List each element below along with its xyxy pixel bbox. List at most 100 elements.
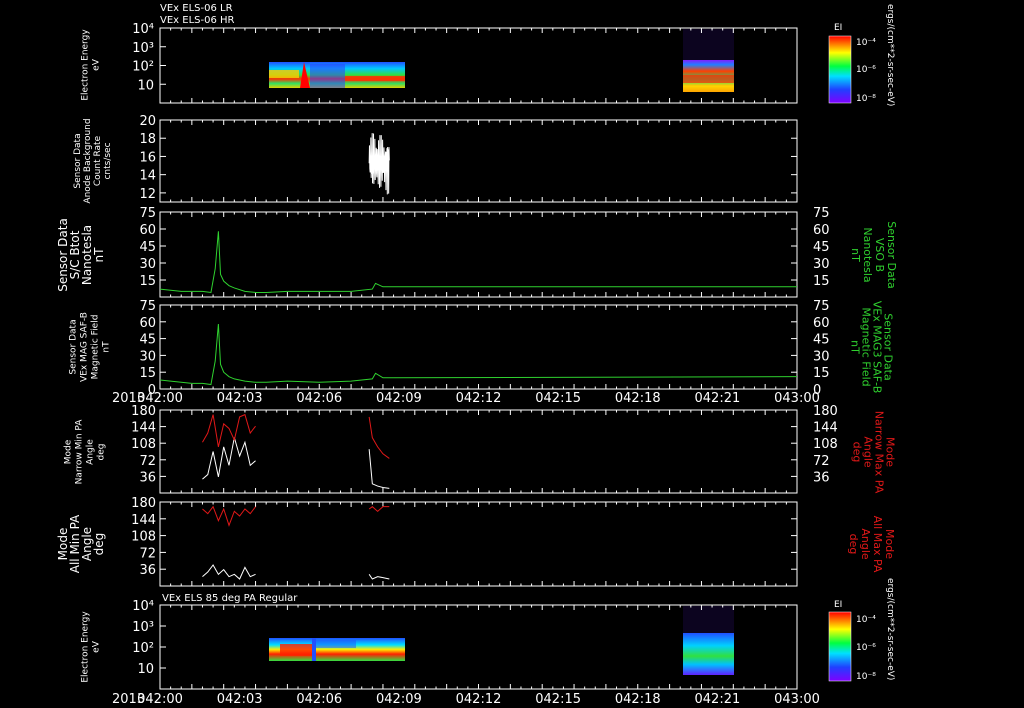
axis-label: Sensor Data xyxy=(69,319,79,374)
y-tick-label-right: 15 xyxy=(813,274,830,289)
y-tick-label: 10 xyxy=(137,662,154,677)
axis-label: Anode Background xyxy=(83,118,93,203)
colorbar-top-tick-3: 10⁻⁸ xyxy=(856,94,876,104)
axis-label: Mode xyxy=(64,439,74,464)
time-tick-label: 042:18 xyxy=(615,391,661,406)
figure: VEx ELS-06 LR VEx ELS-06 HR 042:00 042:03… xyxy=(56,3,898,707)
panel-1-spectrogram xyxy=(269,29,734,92)
y-tick-label-right: 72 xyxy=(813,454,830,469)
axis-label: eV xyxy=(92,58,102,71)
time-tick-label: 042:03 xyxy=(217,391,263,406)
y-tick-label: 10² xyxy=(132,641,154,656)
y-tick-label: 144 xyxy=(131,513,156,528)
y-tick-label: 75 xyxy=(139,299,156,314)
y-tick-label: 10³ xyxy=(132,620,154,635)
y-tick-label: 36 xyxy=(139,563,156,578)
axis-label: deg xyxy=(847,534,860,555)
y-tick-label-right: 0 xyxy=(813,383,821,398)
pitch-angle-series xyxy=(368,416,390,459)
y-tick-label: 30 xyxy=(139,349,156,364)
y-tick-label-right: 45 xyxy=(813,333,830,348)
time-tick-label: 042:15 xyxy=(535,692,581,707)
axis-label: nT xyxy=(849,340,862,354)
axis-label: Electron Energy xyxy=(81,611,91,683)
axis-label: Angle xyxy=(86,439,96,465)
colorbar-bottom-tick-2: 10⁻⁶ xyxy=(856,643,876,653)
y-tick-label: 60 xyxy=(139,316,156,331)
axis-label: VEx MAG SAF-B xyxy=(80,312,90,382)
y-tick-label: 10⁴ xyxy=(132,599,154,614)
y-tick-label: 16 xyxy=(139,150,156,165)
colorbar-bottom-tick-1: 10⁻⁴ xyxy=(856,615,876,625)
colorbar-bottom-unit: ergs/(cm**2-sr-sec-eV) xyxy=(885,578,895,680)
pitch-angle-series xyxy=(202,437,256,480)
y-tick-label: 0 xyxy=(148,383,156,398)
axis-label: deg xyxy=(97,444,107,461)
y-tick-label-right: 60 xyxy=(813,316,830,331)
dynamic-layer: 042:00 042:03 042:06 042:09 042:12 042:15 042:… xyxy=(56,22,898,707)
axis-label: deg xyxy=(851,442,864,463)
panel-2-frame xyxy=(159,119,798,203)
y-tick-label: 10 xyxy=(137,78,154,93)
y-tick-label: 180 xyxy=(131,404,156,419)
y-tick-label: 45 xyxy=(139,333,156,348)
axis-label: Electron Energy xyxy=(81,29,91,101)
year-label-panel-4: 2013 xyxy=(112,391,145,406)
y-tick-label: 20 xyxy=(139,114,156,129)
pitch-angle-series xyxy=(202,505,256,527)
time-tick-label: 042:21 xyxy=(695,692,741,707)
y-tick-label-right: 144 xyxy=(813,421,838,436)
y-tick-label: 75 xyxy=(139,206,156,221)
colorbar-bottom-label: EI xyxy=(834,600,842,610)
axis-label: nT xyxy=(849,248,862,262)
y-tick-label: 72 xyxy=(139,546,156,561)
y-tick-label: 60 xyxy=(139,223,156,238)
y-tick-label: 14 xyxy=(139,169,156,184)
colorbar-bottom xyxy=(828,611,852,682)
colorbar-top xyxy=(828,35,852,104)
time-tick-label: 043:00 xyxy=(774,692,820,707)
time-tick-label: 042:18 xyxy=(615,692,661,707)
y-tick-label: 10² xyxy=(132,60,154,75)
pitch-angle-series xyxy=(368,506,390,512)
pitch-angle-series xyxy=(202,564,256,580)
panel-3-frame xyxy=(159,211,798,298)
y-tick-label: 180 xyxy=(131,496,156,511)
axis-label: Sensor Data xyxy=(73,133,83,188)
axis-label: Magnetic Field xyxy=(91,315,101,380)
axis-label: cnts/sec xyxy=(103,142,113,179)
panel-6-frame xyxy=(159,501,798,587)
y-tick-label: 18 xyxy=(139,132,156,147)
colorbar-top-unit: ergs/(cm**2-sr-sec-eV) xyxy=(885,4,895,106)
time-tick-label: 042:15 xyxy=(535,391,581,406)
colorbar-top-tick-2: 10⁻⁶ xyxy=(856,65,876,75)
y-tick-label-right: 75 xyxy=(813,206,830,221)
pitch-angle-series xyxy=(368,449,390,489)
y-tick-label: 15 xyxy=(139,274,156,289)
axis-label: deg xyxy=(92,533,106,556)
y-tick-label: 36 xyxy=(139,470,156,485)
axis-label: Count Rate xyxy=(93,135,103,186)
y-tick-label-right: 30 xyxy=(813,257,830,272)
y-tick-label: 10⁴ xyxy=(132,22,154,37)
axis-label: nT xyxy=(102,341,112,353)
time-tick-label: 042:12 xyxy=(456,692,502,707)
y-tick-label-right: 180 xyxy=(813,404,838,419)
axis-label: eV xyxy=(92,640,102,653)
mag-field-series xyxy=(159,323,798,386)
y-tick-label-right: 45 xyxy=(813,240,830,255)
y-tick-label-right: 108 xyxy=(813,437,838,452)
time-tick-label: 042:09 xyxy=(376,391,422,406)
axis-label: Narrow Min PA xyxy=(75,419,85,485)
y-tick-label: 108 xyxy=(131,530,156,545)
background-count-series xyxy=(368,133,390,195)
panel-7-spectrogram xyxy=(269,606,734,675)
time-tick-label: 042:09 xyxy=(376,692,422,707)
panel-4-frame xyxy=(159,304,798,390)
btot-series xyxy=(159,231,797,294)
y-tick-label-right: 75 xyxy=(813,299,830,314)
axis-label: nT xyxy=(92,247,106,263)
y-tick-label: 10³ xyxy=(132,41,154,56)
time-tick-label: 042:03 xyxy=(217,692,263,707)
colorbar-top-label: EI xyxy=(834,23,842,33)
